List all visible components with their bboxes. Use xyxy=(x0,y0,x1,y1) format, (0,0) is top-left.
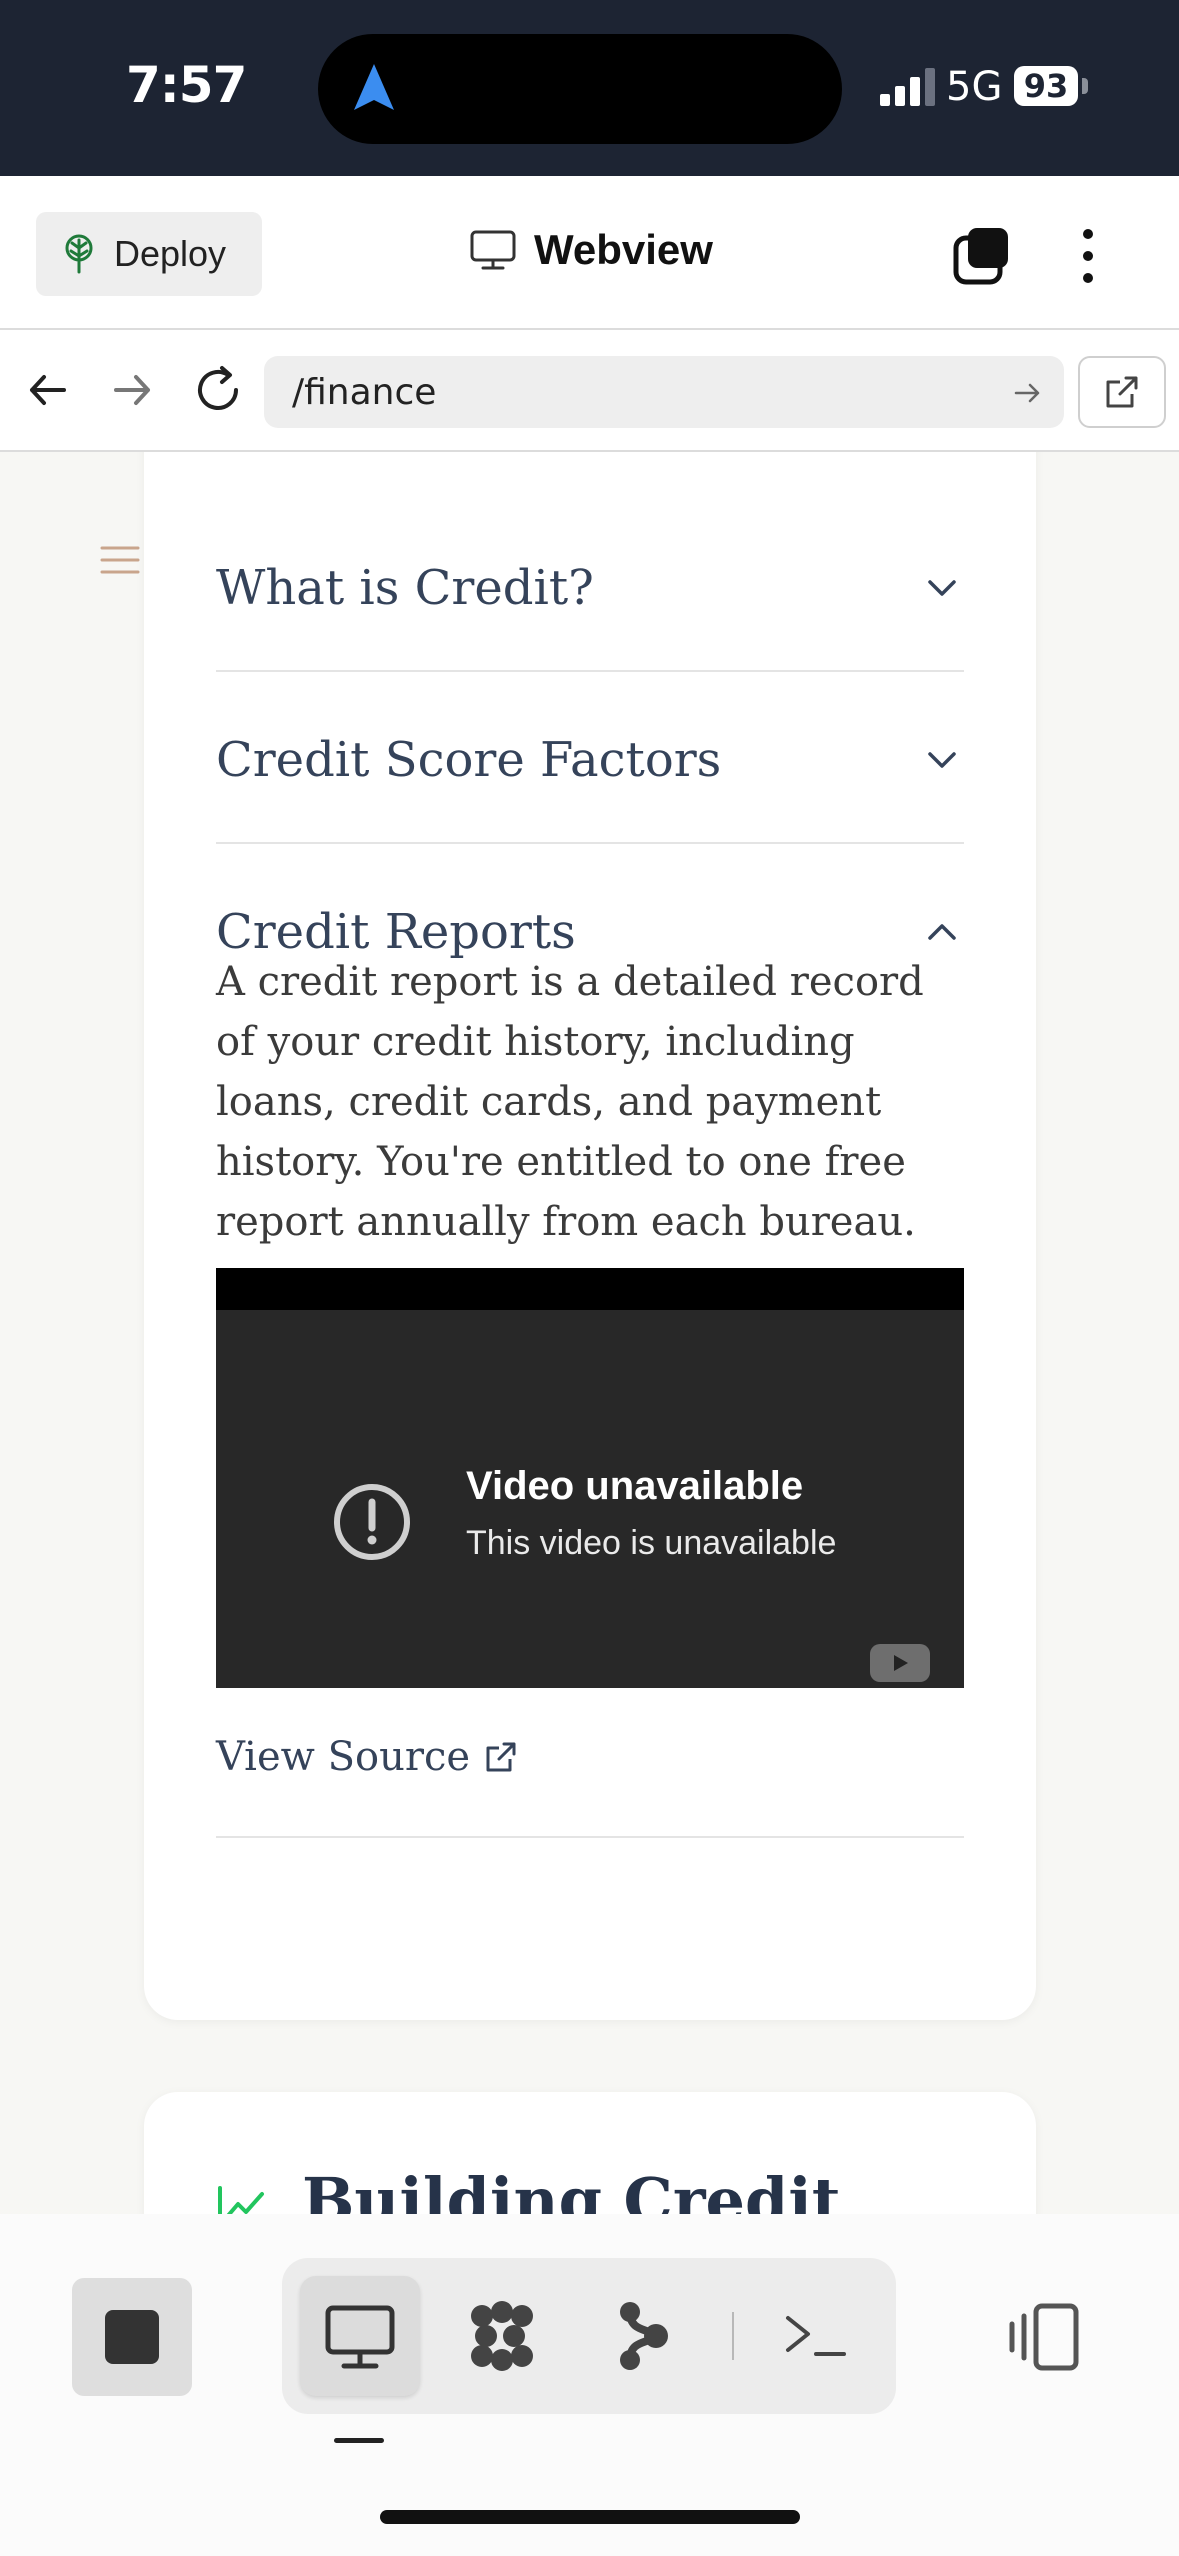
battery-level: 93 xyxy=(1014,66,1078,106)
signal-icon xyxy=(880,68,935,106)
split-view-icon[interactable] xyxy=(1006,2302,1082,2372)
status-time: 7:57 xyxy=(126,56,247,114)
accordion-title: Credit Score Factors xyxy=(216,732,722,788)
video-unavailable-title: Video unavailable xyxy=(466,1464,804,1508)
hamburger-menu-icon[interactable] xyxy=(100,544,140,576)
accordion-item-credit-reports[interactable]: Credit Reports xyxy=(216,844,964,960)
url-text: /finance xyxy=(292,371,437,413)
webview-title-text: Webview xyxy=(534,226,713,273)
youtube-logo-icon[interactable] xyxy=(870,1644,930,1682)
chevron-down-icon xyxy=(928,752,956,768)
building-credit-card: Building Credit xyxy=(144,2092,1036,2214)
external-link-icon xyxy=(1106,376,1138,408)
active-tab-indicator xyxy=(334,2438,384,2443)
network-type: 5G xyxy=(946,64,1003,110)
workflow-blob-icon[interactable] xyxy=(464,2298,540,2374)
url-input[interactable]: /finance xyxy=(264,356,1064,428)
external-link-icon xyxy=(486,1742,516,1772)
stop-button[interactable] xyxy=(72,2278,192,2396)
chevron-up-icon xyxy=(928,924,956,940)
address-bar-row: /finance xyxy=(0,330,1179,452)
deploy-label: Deploy xyxy=(114,233,227,274)
view-source-link[interactable]: View Source xyxy=(216,1734,518,1780)
webview-toolbar: Deploy Webview xyxy=(0,176,1179,330)
accordion-body-credit-reports: A credit report is a detailed record of … xyxy=(216,959,924,1245)
page-content: What is Credit? Credit Score Factors Cre… xyxy=(0,452,1179,2214)
monitor-icon xyxy=(470,230,516,270)
divider xyxy=(216,1836,964,1838)
stop-icon xyxy=(105,2310,159,2364)
video-top-bar xyxy=(216,1268,964,1310)
credit-basics-card: What is Credit? Credit Score Factors Cre… xyxy=(144,452,1036,2020)
deploy-tree-icon xyxy=(65,234,93,274)
monitor-icon xyxy=(325,2305,395,2369)
video-embed[interactable]: Video unavailable This video is unavaila… xyxy=(216,1268,964,1688)
git-branch-icon[interactable] xyxy=(604,2298,680,2374)
dock-separator xyxy=(732,2312,734,2360)
video-unavailable-subtitle: This video is unavailable xyxy=(466,1524,837,1562)
view-source-label: View Source xyxy=(216,1734,471,1780)
webview-title: Webview xyxy=(470,226,713,274)
more-options-icon[interactable] xyxy=(1076,226,1100,286)
forward-arrow-icon[interactable] xyxy=(108,366,156,414)
deploy-button[interactable]: Deploy xyxy=(36,212,262,296)
back-arrow-icon[interactable] xyxy=(24,366,72,414)
section-title-building-credit: Building Credit xyxy=(302,2164,841,2214)
tabs-icon[interactable] xyxy=(952,226,1012,286)
alert-circle-icon xyxy=(334,1484,410,1560)
view-switcher xyxy=(282,2258,896,2414)
play-icon xyxy=(894,1655,908,1671)
open-external-button[interactable] xyxy=(1078,356,1166,428)
home-indicator xyxy=(380,2510,800,2524)
reload-icon[interactable] xyxy=(192,364,244,416)
status-bar: 7:57 5G 93 xyxy=(0,0,1179,176)
battery-tip xyxy=(1082,78,1088,94)
go-arrow-icon[interactable] xyxy=(1012,378,1042,408)
accordion-item-what-is-credit[interactable]: What is Credit? xyxy=(216,522,964,672)
trending-up-icon xyxy=(218,2186,264,2214)
bottom-toolbar xyxy=(0,2214,1179,2556)
chevron-down-icon xyxy=(928,580,956,596)
accordion-title: What is Credit? xyxy=(216,560,594,616)
accordion-item-credit-score-factors[interactable]: Credit Score Factors xyxy=(216,672,964,844)
terminal-icon[interactable] xyxy=(778,2298,854,2374)
location-arrow-icon xyxy=(354,64,394,110)
